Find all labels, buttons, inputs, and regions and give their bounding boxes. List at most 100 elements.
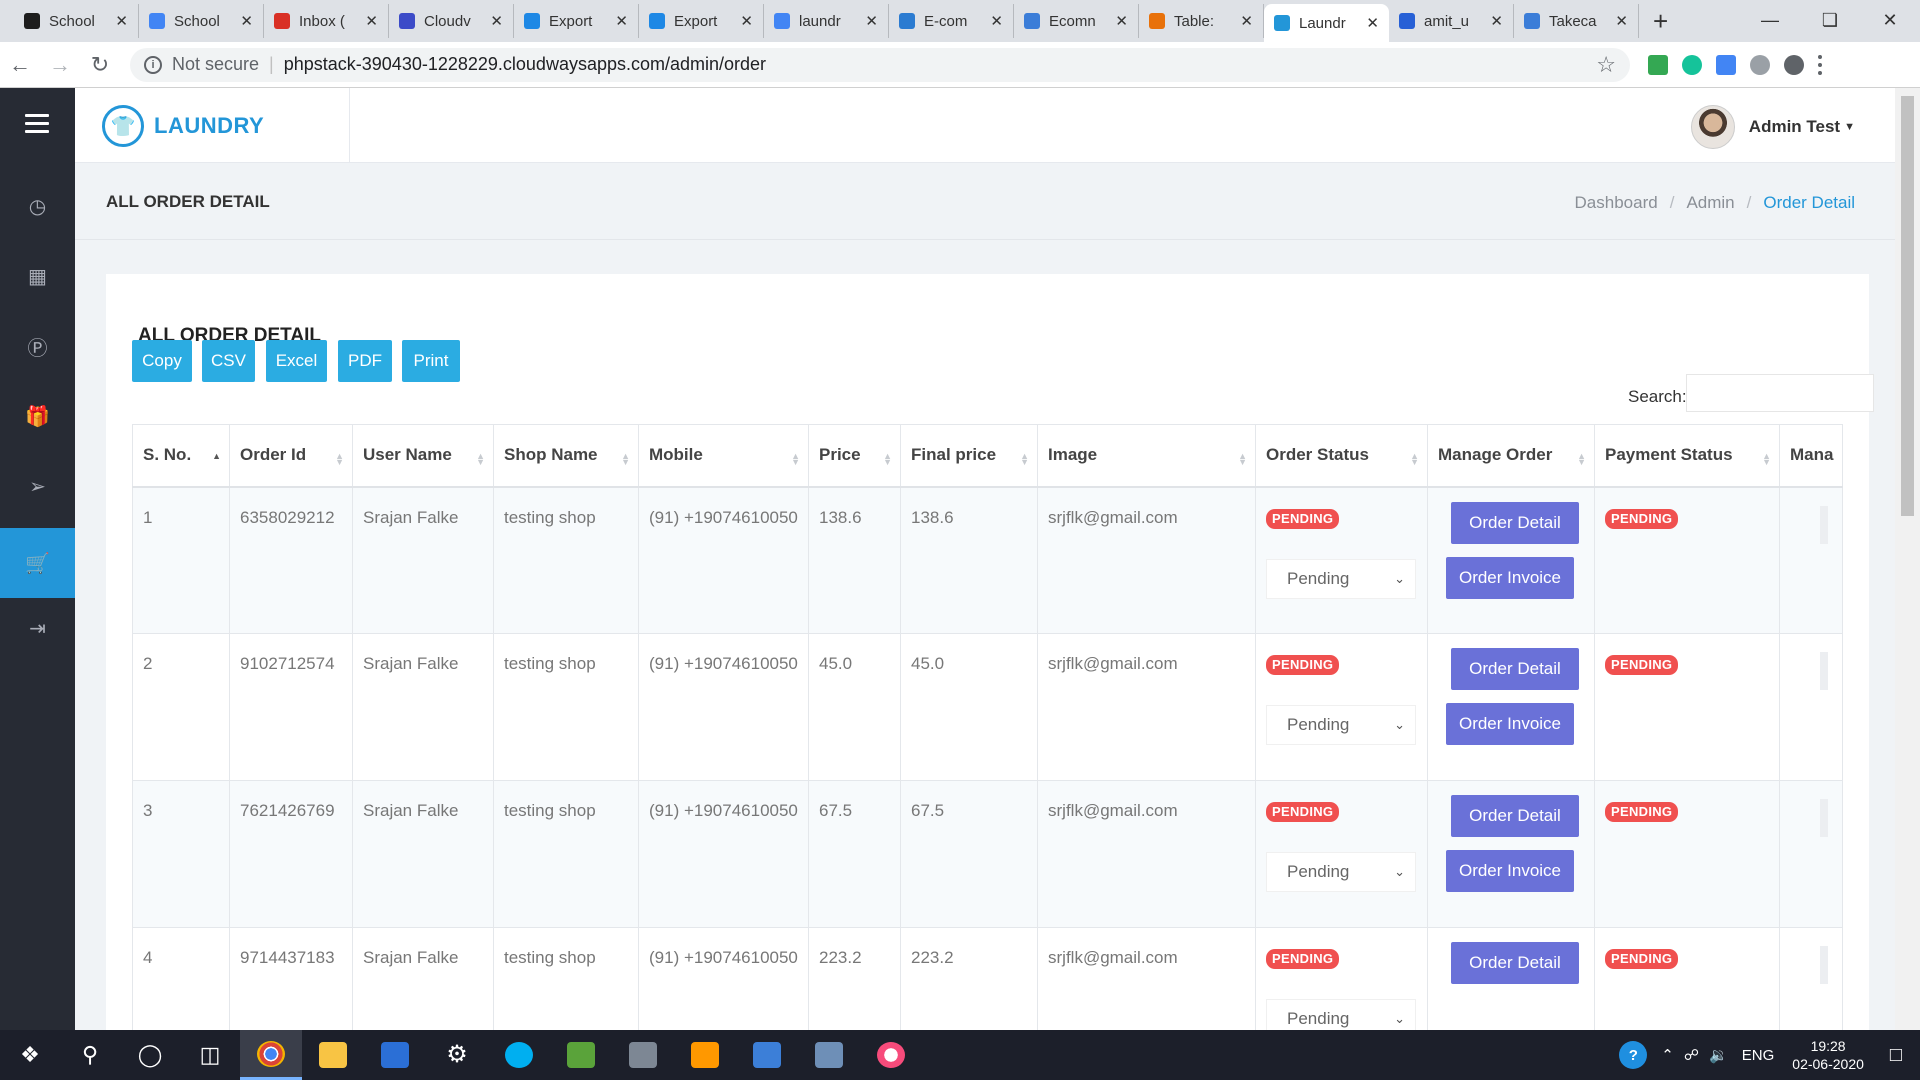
extension-cloud-icon[interactable] [1750, 54, 1770, 75]
itunes-taskbar-icon[interactable] [860, 1030, 922, 1080]
export-print-button[interactable]: Print [402, 340, 460, 382]
settings-taskbar-icon[interactable]: ⚙ [426, 1030, 488, 1080]
user-name[interactable]: Admin Test [1749, 117, 1840, 137]
close-tab-icon[interactable]: ✕ [1115, 12, 1128, 30]
close-tab-icon[interactable]: ✕ [240, 12, 253, 30]
close-tab-icon[interactable]: ✕ [365, 12, 378, 30]
manage-action-button[interactable] [1820, 652, 1828, 690]
sidebar-item-gifts[interactable]: 🎁 [0, 381, 75, 451]
close-tab-icon[interactable]: ✕ [1615, 12, 1628, 30]
export-csv-button[interactable]: CSV [202, 340, 255, 382]
sort-icon[interactable]: ▲ ▼ [1577, 452, 1586, 467]
sort-icon[interactable]: ▲ ▼ [335, 452, 344, 467]
minimize-icon[interactable]: — [1740, 0, 1800, 40]
close-tab-icon[interactable]: ✕ [490, 12, 503, 30]
image-app-taskbar-icon[interactable] [550, 1030, 612, 1080]
close-tab-icon[interactable]: ✕ [740, 12, 753, 30]
url-text[interactable]: phpstack-390430-1228229.cloudwaysapps.co… [284, 54, 1597, 75]
export-copy-button[interactable]: Copy [132, 340, 192, 382]
bookmark-star-icon[interactable]: ☆ [1596, 52, 1616, 78]
sidebar-item-offers[interactable]: ➢ [0, 451, 75, 521]
extension-profile-icon[interactable] [1784, 54, 1804, 75]
file-explorer-taskbar-icon[interactable] [302, 1030, 364, 1080]
sort-icon[interactable]: ▲ ▼ [1238, 452, 1247, 467]
clock[interactable]: 19:28 02-06-2020 [1792, 1037, 1864, 1073]
monitor-app-taskbar-icon[interactable] [798, 1030, 860, 1080]
browser-tab[interactable]: laundr ✕ [764, 4, 889, 38]
browser-tab[interactable]: School ✕ [14, 4, 139, 38]
breadcrumb-admin[interactable]: Admin [1686, 193, 1734, 213]
page-scrollbar[interactable] [1895, 88, 1920, 1030]
order-detail-button[interactable]: Order Detail [1451, 795, 1579, 837]
manage-action-button[interactable] [1820, 505, 1828, 544]
remote-desktop-taskbar-icon[interactable] [736, 1030, 798, 1080]
info-icon[interactable]: i [144, 55, 162, 74]
language-indicator[interactable]: ENG [1742, 1047, 1775, 1064]
extension-grammarly-icon[interactable] [1682, 54, 1702, 75]
new-tab-button[interactable]: + [1653, 6, 1668, 36]
export-pdf-button[interactable]: PDF [338, 340, 392, 382]
sort-icon[interactable]: ▲ ▼ [1410, 452, 1419, 467]
sidebar-item-payments[interactable]: Ⓟ [0, 311, 75, 381]
column-header[interactable]: Payment Status ▲ ▼ [1594, 424, 1780, 488]
skype-taskbar-icon[interactable] [488, 1030, 550, 1080]
omnibox[interactable]: i Not secure | phpstack-390430-1228229.c… [130, 47, 1630, 82]
column-header[interactable]: Image ▲ ▼ [1037, 424, 1256, 488]
notifications-icon[interactable]: □ [1890, 1044, 1902, 1067]
task-view-icon[interactable]: ◫ [180, 1030, 240, 1080]
sort-icon[interactable]: ▲ ▼ [1020, 452, 1029, 467]
avatar[interactable] [1690, 105, 1735, 149]
search-input[interactable] [1686, 374, 1874, 412]
sort-icon[interactable]: ▲ ▼ [621, 452, 630, 467]
order-status-select[interactable]: Pending ⌄ [1266, 999, 1416, 1030]
manage-action-button[interactable] [1820, 946, 1828, 984]
forward-icon[interactable]: → [40, 52, 80, 78]
reload-icon[interactable]: ↻ [80, 52, 120, 78]
search-icon[interactable]: ⚲ [60, 1030, 120, 1080]
sidebar-item-orders[interactable]: 🛒 [0, 528, 75, 598]
sort-icon[interactable]: ▲ ▼ [1762, 452, 1771, 467]
user-menu[interactable]: Admin Test ▼ [1690, 105, 1855, 149]
order-detail-button[interactable]: Order Detail [1451, 501, 1579, 544]
column-header[interactable]: Final price ▲ ▼ [900, 424, 1038, 488]
brand-logo[interactable]: 👕 LAUNDRY [102, 105, 264, 147]
column-header[interactable]: Manage Order ▲ ▼ [1427, 424, 1595, 488]
close-window-icon[interactable]: ✕ [1860, 0, 1920, 40]
manage-action-button[interactable] [1820, 799, 1828, 837]
column-header[interactable]: Price ▲ ▼ [808, 424, 901, 488]
column-header[interactable]: Mana [1779, 424, 1843, 488]
browser-tab[interactable]: Laundr ✕ [1264, 4, 1389, 42]
order-invoice-button[interactable]: Order Invoice [1446, 556, 1574, 599]
hamburger-menu-icon[interactable] [25, 114, 49, 138]
volume-icon[interactable]: 🔉 [1709, 1046, 1728, 1064]
restore-icon[interactable]: ❏ [1800, 0, 1860, 40]
browser-tab[interactable]: Export ✕ [639, 4, 764, 38]
browser-tab[interactable]: Export ✕ [514, 4, 639, 38]
export-excel-button[interactable]: Excel [266, 340, 327, 382]
sort-icon[interactable]: ▲ [212, 452, 221, 461]
sort-icon[interactable]: ▲ ▼ [791, 452, 800, 467]
cortana-icon[interactable]: ◯ [120, 1030, 180, 1080]
browser-tab[interactable]: amit_u ✕ [1389, 4, 1514, 38]
sidebar-item-logout[interactable]: ⇥ [0, 593, 75, 663]
order-invoice-button[interactable]: Order Invoice [1446, 850, 1574, 892]
extension-translate-icon[interactable] [1716, 54, 1736, 75]
network-icon[interactable]: ☍ [1684, 1046, 1699, 1064]
browser-tab[interactable]: Ecomn ✕ [1014, 4, 1139, 38]
order-detail-button[interactable]: Order Detail [1451, 942, 1579, 984]
column-header[interactable]: Order Status ▲ ▼ [1255, 424, 1428, 488]
order-status-select[interactable]: Pending ⌄ [1266, 558, 1416, 599]
sort-icon[interactable]: ▲ ▼ [883, 452, 892, 467]
sidebar-item-shops[interactable]: ▦ [0, 241, 75, 311]
lx-app-taskbar-icon[interactable] [364, 1030, 426, 1080]
caret-down-icon[interactable]: ▼ [1844, 121, 1855, 133]
browser-tab[interactable]: Cloudv ✕ [389, 4, 514, 38]
close-tab-icon[interactable]: ✕ [1490, 12, 1503, 30]
sort-icon[interactable]: ▲ ▼ [476, 452, 485, 467]
close-tab-icon[interactable]: ✕ [115, 12, 128, 30]
sidebar-item-dashboard[interactable]: ◷ [0, 171, 75, 241]
column-header[interactable]: Shop Name ▲ ▼ [493, 424, 639, 488]
close-tab-icon[interactable]: ✕ [1240, 12, 1253, 30]
column-header[interactable]: User Name ▲ ▼ [352, 424, 494, 488]
column-header[interactable]: Order Id ▲ ▼ [229, 424, 353, 488]
